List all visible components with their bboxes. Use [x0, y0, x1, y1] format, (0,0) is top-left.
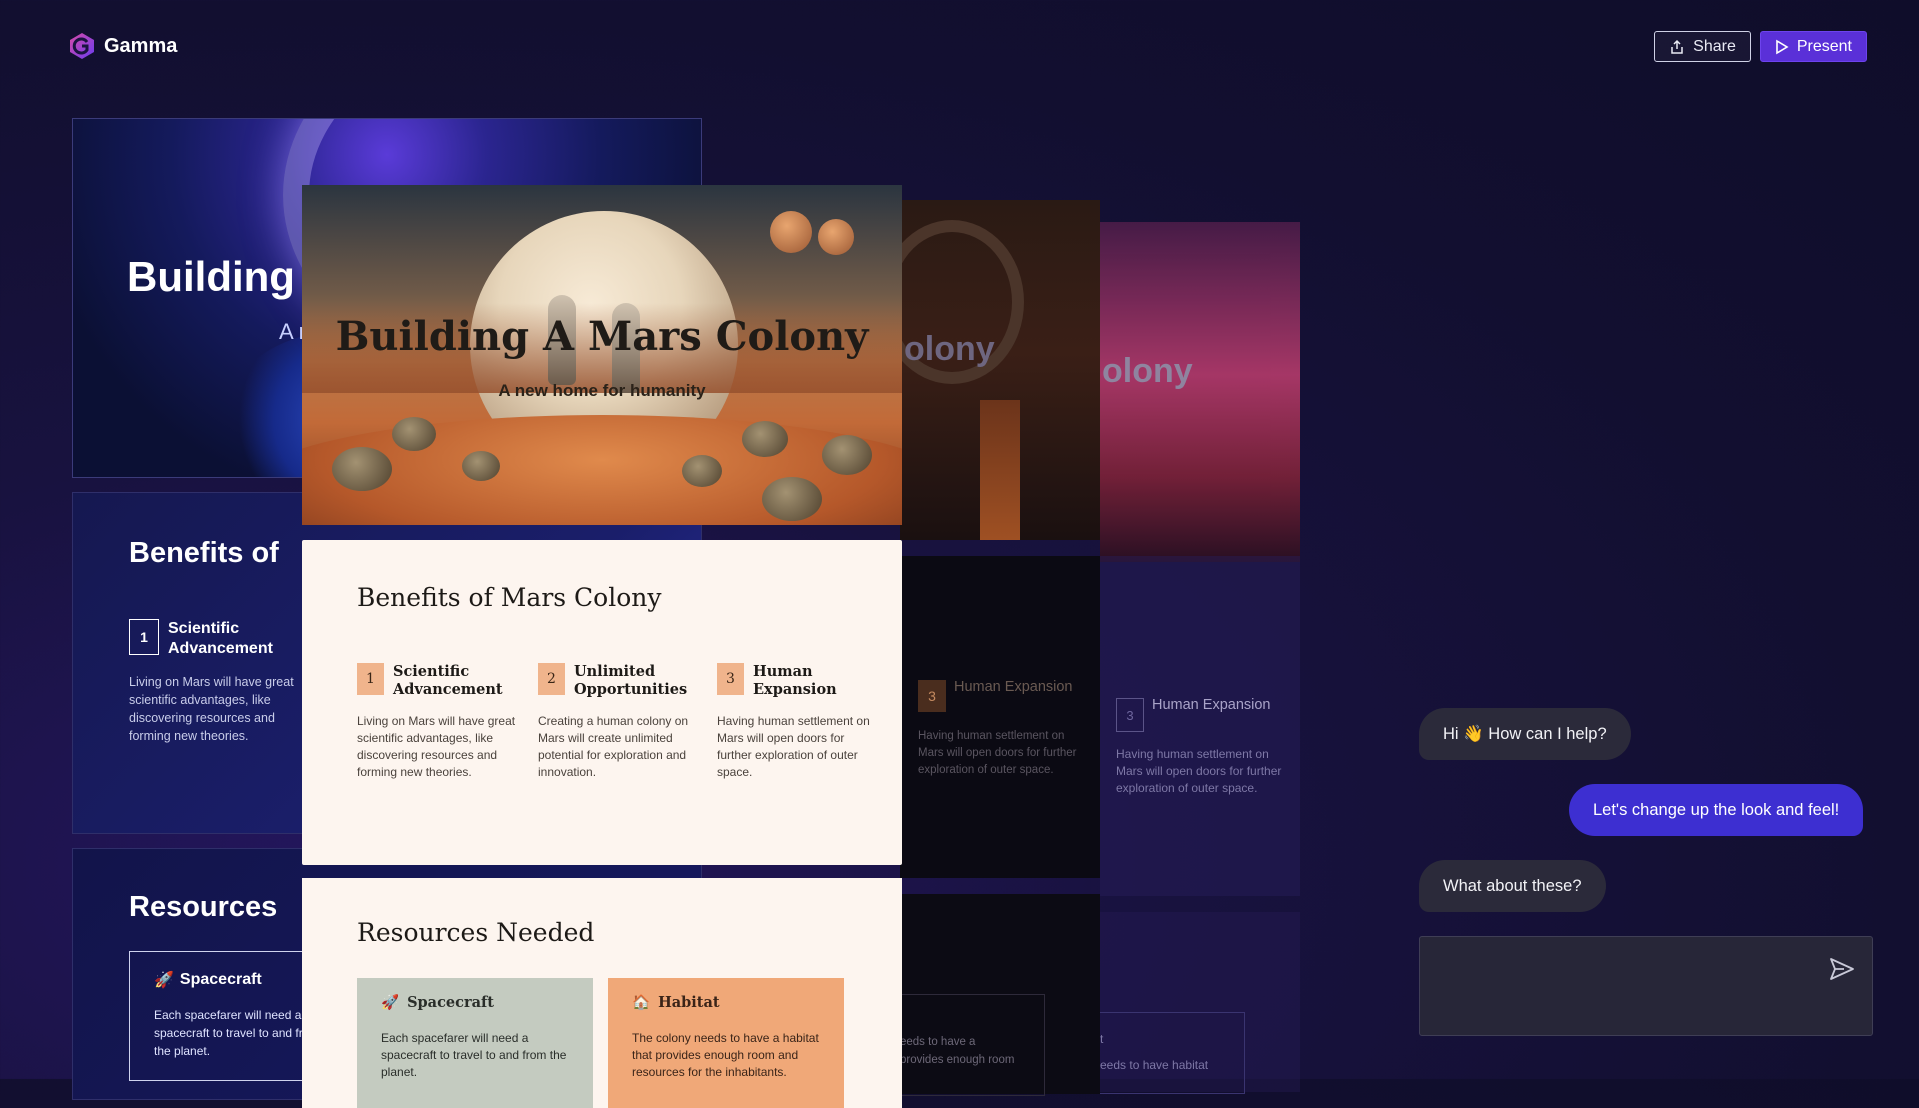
chat-message-ai: What about these? [1419, 860, 1606, 912]
slide-title: Resources Needed [357, 918, 595, 947]
shrub-art [392, 417, 436, 451]
benefit-body: Having human settlement on Mars will ope… [717, 714, 870, 779]
theme-deck-pink-benefits-slide[interactable]: 3 Human Expansion Having human settlemen… [1100, 556, 1300, 896]
moon-art [770, 211, 812, 253]
slide-title: olony [1102, 352, 1193, 390]
share-button[interactable]: Share [1654, 31, 1751, 62]
number-badge: 3 [717, 663, 744, 695]
resource-body: Each spacefarer will need a spacecraft t… [154, 1008, 320, 1058]
resource-body-line: eeds to have habitat [1100, 1058, 1209, 1072]
shrub-art [462, 451, 500, 481]
shrub-art [332, 447, 392, 491]
benefit-body: Living on Mars will have great scientifi… [357, 714, 516, 779]
benefit-heading: Human Expansion [1152, 697, 1271, 713]
theme-deck-dark-title-slide[interactable]: olony [880, 200, 1100, 540]
resource-heading: Spacecraft [407, 994, 494, 1011]
number-badge: 3 [918, 680, 946, 712]
app-name: Gamma [104, 34, 178, 57]
benefit-heading: Human Expansion [753, 663, 837, 698]
chat-message-ai: Hi 👋 How can I help? [1419, 708, 1631, 760]
preview-title-slide[interactable]: Building A Mars Colony A new home for hu… [302, 185, 902, 525]
present-button[interactable]: Present [1759, 31, 1867, 62]
top-actions: Share Present [1654, 31, 1867, 62]
preview-benefits-slide[interactable]: Benefits of Mars Colony 1 Scientific Adv… [302, 540, 902, 865]
slide-title: Resources [129, 891, 278, 923]
resource-body: Each spacefarer will need a spacecraft t… [381, 1031, 567, 1079]
benefit-heading: Human Expansion [954, 679, 1073, 695]
resource-body-line: eeds to have a [900, 1036, 976, 1048]
share-label: Share [1693, 37, 1736, 55]
theme-deck-pink-resources-slide[interactable]: t eeds to have habitat [1100, 912, 1300, 1094]
moon-art [818, 219, 854, 255]
benefit-heading: Scientific Advancement [168, 620, 273, 657]
play-icon [1776, 39, 1789, 54]
slide-subtitle: A new home for humanity [498, 381, 706, 400]
resource-heading: Spacecraft [179, 971, 262, 988]
chat-message-user: Let's change up the look and feel! [1569, 784, 1864, 836]
theme-deck-pink-title-slide[interactable]: olony [1100, 222, 1300, 562]
number-badge: 1 [357, 663, 384, 695]
number-badge: 1 [129, 619, 159, 655]
slide-title: olony [904, 330, 995, 368]
benefit-body: Living on Mars will have great scientifi… [129, 675, 294, 743]
slide-title: Benefits of Mars Colony [357, 583, 662, 612]
resource-card [1100, 1012, 1245, 1094]
theme-deck-dark-resources-slide[interactable]: eeds to have a provides enough room [900, 894, 1100, 1096]
resource-heading: Habitat [658, 994, 720, 1011]
shrub-art [762, 477, 822, 521]
theme-deck-dark-benefits-slide[interactable]: 3 Human Expansion Having human settlemen… [900, 556, 1100, 878]
shrub-art [742, 421, 788, 457]
number-badge: 3 [1116, 698, 1144, 732]
present-label: Present [1796, 37, 1852, 55]
slide-title: Benefits of [129, 537, 279, 569]
rocket-icon: 🚀 [381, 994, 400, 1011]
resource-card-spacecraft: 🚀 Spacecraft Each spacefarer will need a … [357, 978, 593, 1108]
resource-card: 🚀 Spacecraft Each spacefarer will need a … [129, 951, 331, 1081]
slide-title: Building [127, 253, 295, 300]
send-icon[interactable] [1828, 955, 1856, 983]
benefit-body: Creating a human colony on Mars will cre… [538, 714, 689, 779]
resource-heading-fragment: t [1100, 1032, 1104, 1046]
benefit-heading: Scientific Advancement [393, 663, 503, 698]
shrub-art [822, 435, 872, 475]
house-icon: 🏠 [632, 994, 651, 1011]
shrub-art [682, 455, 722, 487]
top-bar: Gamma Share Present [0, 0, 1919, 90]
chat-input[interactable] [1419, 936, 1873, 1036]
light-column-art [980, 400, 1020, 540]
share-icon [1671, 39, 1683, 54]
number-badge: 2 [538, 663, 565, 695]
brand[interactable]: Gamma [68, 32, 177, 60]
gamma-logo-icon [70, 33, 94, 59]
resource-body: The colony needs to have a habitat that … [632, 1031, 819, 1079]
slide-title: Building A Mars Colony [335, 313, 869, 360]
benefit-body: Having human settlement on Mars will ope… [918, 730, 1077, 776]
resource-body-line: provides enough room [900, 1054, 1015, 1066]
rocket-icon: 🚀 [154, 972, 174, 989]
resource-card-habitat: 🏠 Habitat The colony needs to have a habi… [608, 978, 844, 1108]
preview-resources-slide[interactable]: Resources Needed 🚀 Spacecraft Each spacef… [302, 878, 902, 1108]
benefit-heading: Unlimited Opportunities [574, 663, 688, 698]
benefit-body: Having human settlement on Mars will ope… [1116, 747, 1282, 795]
